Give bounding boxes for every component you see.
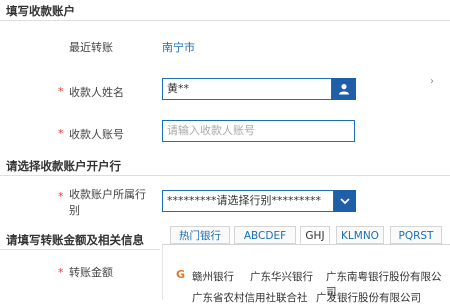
bank-group-letter: G (176, 268, 186, 281)
required-mark: * (58, 85, 64, 98)
required-mark: * (58, 190, 64, 203)
bank-option[interactable]: 广东省农村信用社联合社 (192, 290, 308, 305)
payee-account-input[interactable]: 请输入收款人账号 (162, 120, 355, 142)
bank-type-value: *********请选择行别********* (167, 194, 321, 207)
tab-klmno[interactable]: KLMNO (336, 226, 384, 244)
bank-option[interactable]: 广发银行股份有限公司 (316, 290, 421, 305)
bank-type-label-line1: 收款账户所属行 (69, 188, 146, 201)
side-hint-arrow-icon: › (430, 76, 434, 87)
recent-transfer-label: 最近转账 (69, 41, 113, 54)
divider (0, 20, 450, 21)
transfer-amount-label: 转账金额 (69, 266, 113, 279)
tab-hot-banks[interactable]: 热门银行 (170, 226, 230, 244)
recent-transfer-link[interactable]: 南宁市 (162, 39, 195, 55)
bank-type-dropdown-button[interactable] (334, 190, 356, 212)
tab-abcdef[interactable]: ABCDEF (234, 226, 296, 244)
payee-name-label: 收款人姓名 (69, 86, 124, 99)
tab-pqrst[interactable]: PQRST (390, 226, 442, 244)
tab-ghj[interactable]: GHJ (300, 226, 330, 244)
bank-option[interactable]: 广东华兴银行 (250, 269, 313, 284)
payee-account-label: 收款人账号 (69, 128, 124, 141)
bank-type-label-line2: 别 (69, 204, 80, 217)
payee-name-input[interactable]: 黄** (162, 78, 332, 100)
section-title-bank: 请选择收款账户开户行 (6, 159, 121, 173)
payee-account-placeholder: 请输入收款人账号 (167, 124, 255, 137)
bank-option[interactable]: 赣州银行 (192, 269, 234, 284)
required-mark: * (58, 266, 64, 279)
divider (0, 249, 160, 250)
payee-name-value: 黄** (167, 82, 189, 95)
required-mark: * (58, 127, 64, 140)
user-icon (339, 84, 349, 95)
contacts-button[interactable] (332, 78, 356, 100)
chevron-down-icon (340, 198, 350, 205)
bank-type-select[interactable]: *********请选择行别********* (162, 190, 334, 212)
section-title-amount: 请填写转账金额及相关信息 (6, 233, 144, 247)
divider (0, 175, 450, 176)
section-title-receiver: 填写收款账户 (6, 4, 75, 18)
